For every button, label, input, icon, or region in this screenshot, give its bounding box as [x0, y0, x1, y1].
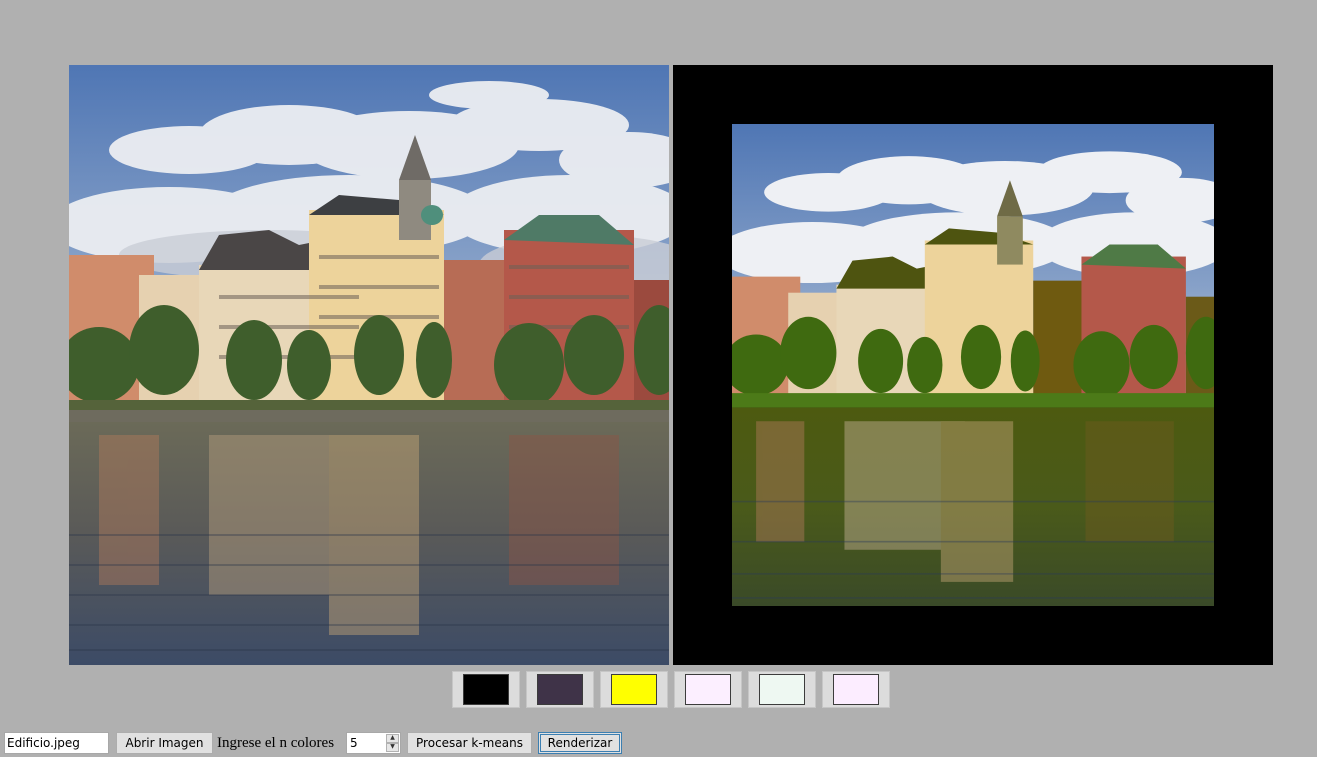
palette-swatch-5[interactable] — [748, 671, 816, 708]
processed-image-panel — [673, 65, 1273, 665]
colors-count-label: Ingrese el n colores — [217, 735, 335, 751]
stepper-arrows: ▲ ▼ — [386, 734, 399, 752]
colors-count-value: 5 — [350, 736, 358, 750]
open-image-button[interactable]: Abrir Imagen — [116, 732, 213, 754]
swatch-color — [463, 674, 509, 705]
original-image — [69, 65, 669, 665]
palette-swatch-2[interactable] — [526, 671, 594, 708]
colors-count-stepper[interactable]: 5 ▲ ▼ — [346, 732, 401, 754]
palette-swatch-1[interactable] — [452, 671, 520, 708]
swatch-color — [759, 674, 805, 705]
palette-swatch-4[interactable] — [674, 671, 742, 708]
color-palette — [452, 671, 890, 708]
stepper-up-icon[interactable]: ▲ — [386, 734, 399, 743]
swatch-color — [537, 674, 583, 705]
process-kmeans-button[interactable]: Procesar k-means — [407, 732, 532, 754]
swatch-color — [833, 674, 879, 705]
processed-image-frame — [732, 124, 1214, 606]
file-name-field[interactable]: Edificio.jpeg — [4, 732, 109, 754]
render-button[interactable]: Renderizar — [538, 732, 622, 754]
app-window: Edificio.jpeg Abrir Imagen Ingrese el n … — [0, 0, 1317, 757]
stepper-down-icon[interactable]: ▼ — [386, 743, 399, 752]
processed-image — [732, 124, 1214, 606]
palette-swatch-6[interactable] — [822, 671, 890, 708]
swatch-color — [611, 674, 657, 705]
swatch-color — [685, 674, 731, 705]
original-image-panel — [69, 65, 669, 665]
palette-swatch-3[interactable] — [600, 671, 668, 708]
